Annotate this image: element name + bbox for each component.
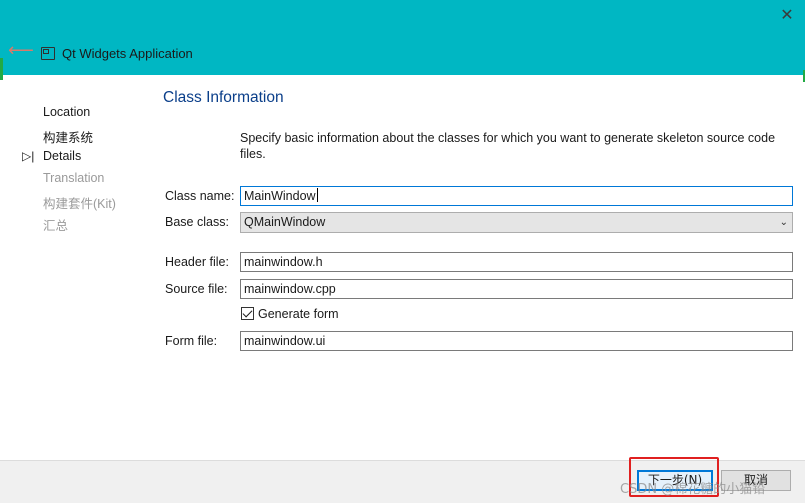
back-arrow-icon[interactable]: ⟵	[8, 41, 34, 61]
watermark-text: CSDN @棉花糖的小猫铅	[620, 482, 766, 497]
base-class-value: QMainWindow	[244, 215, 326, 229]
step-summary: 汇总	[43, 219, 69, 233]
class-name-label: Class name:	[165, 189, 235, 203]
text-caret	[316, 188, 318, 202]
class-name-value: MainWindow	[244, 189, 316, 203]
generate-form-label[interactable]: Generate form	[258, 307, 339, 321]
step-location: Location	[43, 105, 91, 119]
form-file-input[interactable]: mainwindow.ui	[240, 331, 793, 351]
page-description: Specify basic information about the clas…	[240, 131, 776, 161]
base-class-label: Base class:	[165, 215, 229, 229]
step-build-system: 构建系统	[43, 131, 94, 145]
generate-form-checkbox[interactable]	[241, 307, 254, 320]
base-class-combobox[interactable]: QMainWindow ⌄	[240, 212, 793, 233]
class-name-input[interactable]: MainWindow	[240, 186, 793, 206]
current-step-marker-icon: ▷|	[22, 149, 35, 163]
step-kits: 构建套件(Kit)	[43, 197, 116, 211]
chevron-down-icon: ⌄	[779, 217, 788, 228]
title-bar: ✕ ⟵ Qt Widgets Application	[0, 0, 805, 75]
source-file-input[interactable]: mainwindow.cpp	[240, 279, 793, 299]
close-button[interactable]: ✕	[773, 2, 801, 28]
wizard-steps-sidebar: Location 构建系统 ▷| Details Translation 构建套…	[0, 75, 150, 460]
step-details: Details	[43, 149, 82, 163]
step-translation: Translation	[43, 171, 105, 185]
application-window-icon	[41, 47, 55, 60]
header-file-label: Header file:	[165, 255, 229, 269]
source-file-label: Source file:	[165, 282, 228, 296]
header-file-input[interactable]: mainwindow.h	[240, 252, 793, 272]
form-file-label: Form file:	[165, 334, 218, 348]
window-title: Qt Widgets Application	[62, 46, 193, 61]
page-title: Class Information	[163, 89, 284, 106]
